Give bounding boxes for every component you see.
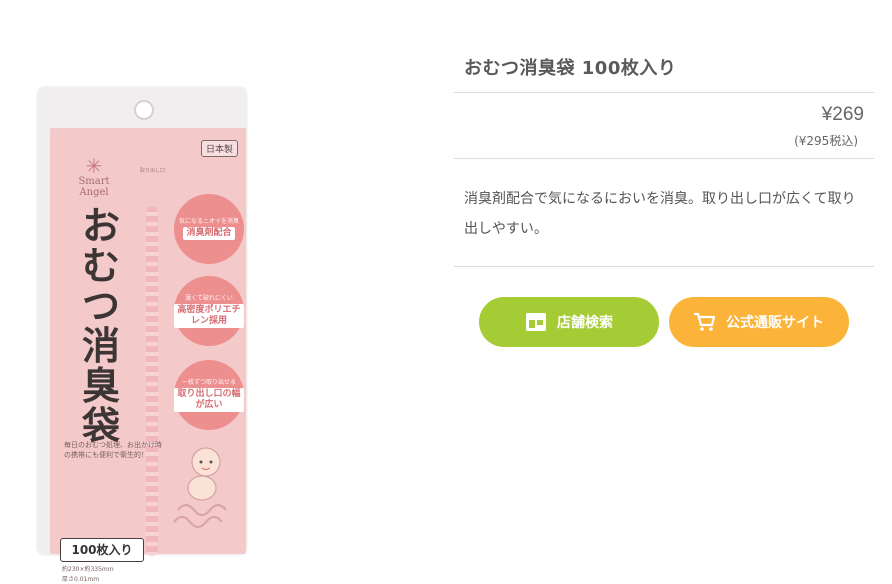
- badge-title: 取り出し口の幅が広い: [174, 387, 244, 412]
- store-search-label: 店舗検索: [557, 315, 613, 331]
- cart-icon: [694, 312, 716, 332]
- star-icon: ✳: [85, 154, 103, 178]
- badge-caption: 気になるニオイを消臭: [178, 218, 239, 225]
- brand-line2: Angel: [79, 187, 109, 198]
- online-shop-button[interactable]: 公式通販サイト: [669, 297, 849, 347]
- badge-title: 高密度ポリエチレン採用: [174, 303, 244, 328]
- thickness-spec: 厚さ0.01mm: [62, 576, 100, 583]
- feature-badge: 気になるニオイを消臭 消臭剤配合: [174, 194, 244, 264]
- product-price: ¥269: [821, 104, 864, 125]
- price-tax-included: (¥295税込): [794, 134, 858, 148]
- feature-badge: 薄くて破れにくい 高密度ポリエチレン採用: [174, 276, 244, 346]
- hang-hole: [134, 100, 154, 120]
- badge-caption: 一枚ずつ取り出せる: [181, 378, 236, 386]
- brand-logo: ✳ Smart Angel: [64, 156, 124, 198]
- product-description: 消臭剤配合で気になるにおいを消臭。取り出し口が広くて取り出しやすい。: [464, 191, 856, 237]
- badge-title: 消臭剤配合: [183, 227, 235, 240]
- store-search-button[interactable]: 店舗検索: [479, 297, 659, 347]
- seal-strip: [146, 206, 158, 556]
- package-name-text: おむつ消臭袋: [81, 204, 120, 448]
- size-spec: 約230×約335mm: [62, 566, 114, 573]
- online-shop-label: 公式通販サイト: [726, 315, 824, 331]
- feature-badge: 一枚ずつ取り出せる 取り出し口の幅が広い: [174, 360, 244, 430]
- product-title: おむつ消臭袋 100枚入り: [464, 58, 677, 79]
- package-bag: 日本製 ✳ Smart Angel 取り出し口 おむつ消臭袋 気になるニオイを消…: [38, 88, 246, 583]
- brand-line1: Smart: [78, 176, 110, 187]
- baby-illustration-icon: [173, 447, 227, 528]
- badge-caption: 薄くて破れにくい: [185, 294, 233, 302]
- package-face: 日本製 ✳ Smart Angel 取り出し口 おむつ消臭袋 気になるニオイを消…: [50, 128, 246, 583]
- divider: [454, 92, 874, 93]
- count-label: 100枚入り: [60, 538, 144, 562]
- package-product-name: おむつ消臭袋: [76, 206, 126, 446]
- product-image: 日本製 ✳ Smart Angel 取り出し口 おむつ消臭袋 気になるニオイを消…: [32, 82, 254, 583]
- package-copy: 毎日のおむつ処理、お出かけ時の携帯にも便利で衛生的！: [64, 441, 162, 459]
- divider: [454, 158, 874, 159]
- open-hint: 取り出し口: [140, 168, 166, 174]
- store-icon: [525, 312, 547, 332]
- divider: [454, 266, 874, 267]
- made-in-label: 日本製: [200, 140, 238, 157]
